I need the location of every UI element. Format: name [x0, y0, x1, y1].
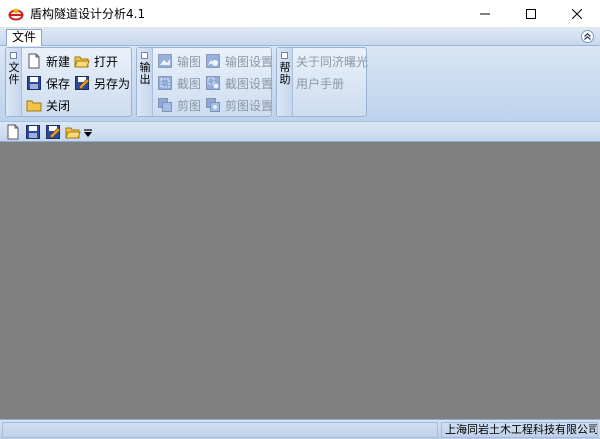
- export-image-settings-icon: [206, 54, 220, 68]
- save-disk-icon: [27, 76, 41, 90]
- export-image-settings-button[interactable]: 输图设置: [205, 51, 273, 71]
- group-help-expander[interactable]: [281, 52, 288, 59]
- customize-dropdown-icon[interactable]: [83, 124, 93, 140]
- group-file-expander[interactable]: [10, 52, 17, 59]
- user-manual-label: 用户手册: [296, 76, 345, 91]
- capture-settings-button[interactable]: 截图设置: [205, 73, 273, 93]
- cut-image-settings-icon: [206, 98, 220, 112]
- open-button-label: 打开: [94, 54, 119, 69]
- cut-image-button[interactable]: 剪图: [157, 95, 201, 115]
- close-button[interactable]: [554, 0, 600, 28]
- ribbon-tab-bar: 文件: [0, 28, 600, 46]
- capture-label: 截图: [177, 76, 202, 91]
- user-manual-button[interactable]: 用户手册: [296, 73, 344, 93]
- group-output-caption: 输 出: [139, 61, 151, 86]
- new-button[interactable]: 新建: [26, 51, 70, 71]
- folder-icon: [26, 100, 42, 112]
- status-bar: 上海同岩土木工程科技有限公司: [0, 419, 600, 439]
- app-logo-icon: [8, 8, 24, 21]
- group-help-caption: 帮 助: [279, 61, 291, 86]
- about-label: 关于同济曙光: [296, 54, 369, 69]
- save-button[interactable]: 保存: [26, 73, 70, 93]
- close-file-button[interactable]: 关闭: [26, 95, 70, 115]
- about-button[interactable]: 关于同济曙光: [296, 51, 368, 71]
- cut-image-settings-button[interactable]: 剪图设置: [205, 95, 273, 115]
- ribbon-collapse-button[interactable]: [581, 30, 594, 43]
- capture-icon: [158, 76, 172, 90]
- maximize-button[interactable]: [508, 0, 554, 28]
- export-image-settings-label: 输图设置: [225, 54, 274, 69]
- capture-settings-label: 截图设置: [225, 76, 274, 91]
- open-button[interactable]: 打开: [74, 51, 118, 71]
- new-button-label: 新建: [46, 54, 71, 69]
- ribbon-group-file: 文 件 新建 打开 保存 另存为 关闭: [5, 47, 132, 117]
- ribbon-group-help: 帮 助 关于同济曙光 用户手册: [276, 47, 368, 117]
- open-folder-icon: [74, 56, 90, 68]
- quick-access-toolbar: [0, 121, 600, 142]
- close-file-button-label: 关闭: [46, 98, 71, 113]
- minimize-icon: [480, 13, 490, 15]
- window-title: 盾构隧道设计分析4.1: [30, 7, 146, 21]
- cut-image-label: 剪图: [177, 98, 202, 113]
- ribbon-group-output: 输 出 输图 输图设置 截图 截图设置 剪图 剪图设置: [136, 47, 273, 117]
- group-file-caption: 文 件: [8, 61, 20, 86]
- export-image-icon: [158, 54, 172, 68]
- title-bar: 盾构隧道设计分析4.1: [0, 0, 600, 28]
- save-button-label: 保存: [46, 76, 71, 91]
- close-icon: [572, 9, 582, 19]
- save-as-button-label: 另存为: [94, 76, 131, 91]
- cut-image-icon: [158, 98, 172, 112]
- capture-button[interactable]: 截图: [157, 73, 201, 93]
- open-folder-icon[interactable]: [65, 124, 81, 140]
- save-as-icon: [75, 76, 90, 90]
- export-image-label: 输图: [177, 54, 202, 69]
- save-disk-icon[interactable]: [25, 124, 41, 140]
- group-output-side: 输 出: [137, 48, 153, 116]
- main-workspace[interactable]: [0, 142, 600, 419]
- cut-image-settings-label: 剪图设置: [225, 98, 274, 113]
- status-company: 上海同岩土木工程科技有限公司: [441, 422, 598, 438]
- capture-settings-icon: [206, 76, 220, 90]
- maximize-icon: [526, 9, 536, 19]
- group-output-expander[interactable]: [141, 52, 148, 59]
- minimize-button[interactable]: [462, 0, 508, 28]
- status-panel-main: [2, 422, 438, 438]
- ribbon-panel: 文 件 新建 打开 保存 另存为 关闭 输 出 输图 输图设置 截图 截图设置 …: [0, 46, 600, 121]
- group-file-side: 文 件: [6, 48, 22, 116]
- group-help-side: 帮 助: [277, 48, 293, 116]
- save-as-icon[interactable]: [45, 124, 61, 140]
- new-file-icon[interactable]: [5, 124, 21, 140]
- export-image-button[interactable]: 输图: [157, 51, 201, 71]
- save-as-button[interactable]: 另存为: [74, 73, 130, 93]
- double-chevron-up-icon: [584, 33, 591, 40]
- tab-file[interactable]: 文件: [6, 29, 43, 46]
- new-file-icon: [28, 53, 40, 69]
